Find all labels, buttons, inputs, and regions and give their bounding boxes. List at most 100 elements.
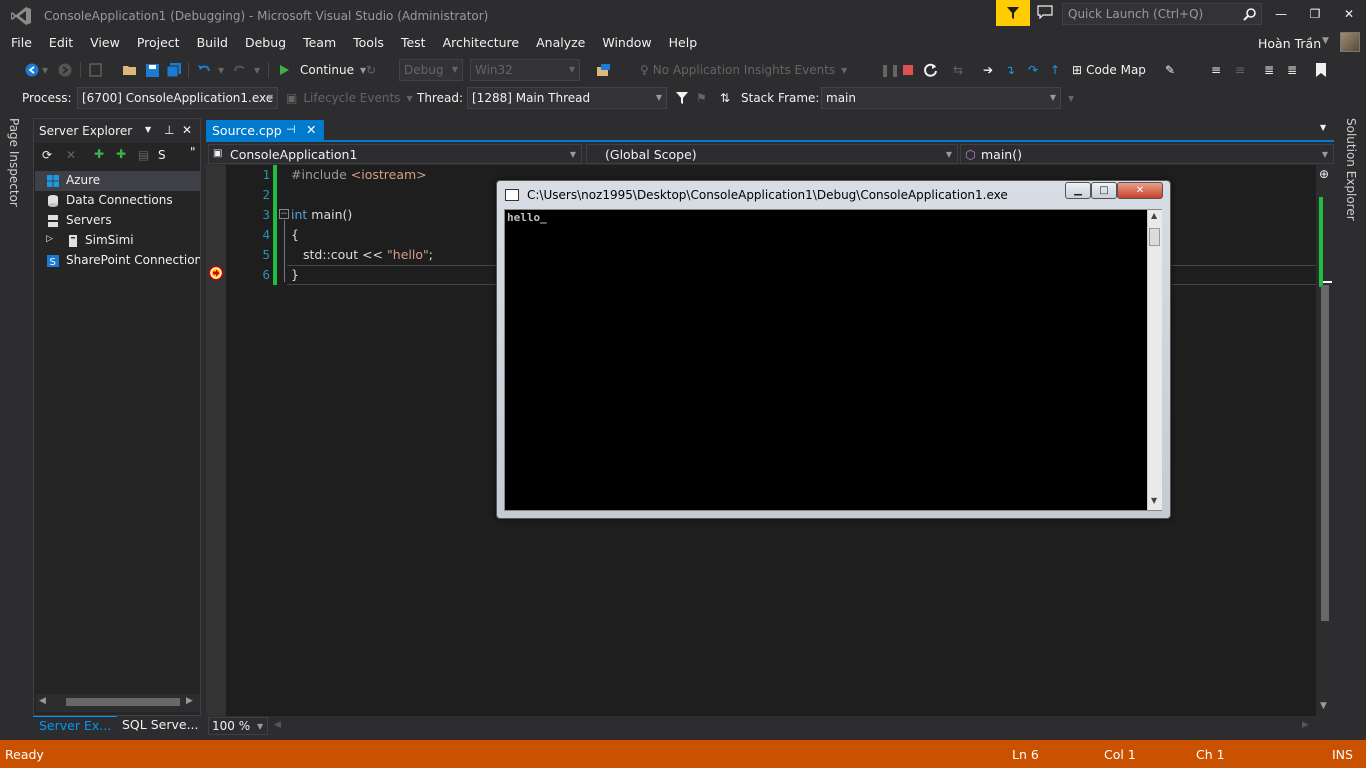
close-panel-icon[interactable]: ✕ [182, 123, 192, 137]
solution-config-select[interactable]: Debug ▼ [399, 59, 463, 81]
search-icon[interactable] [1243, 7, 1257, 21]
scope-select[interactable]: (Global Scope) ▼ [586, 144, 958, 164]
notification-filter-button[interactable] [996, 0, 1030, 26]
split-icon[interactable]: ⊕ [1319, 167, 1329, 181]
thread-select[interactable]: [1288] Main Thread ▼ [467, 87, 667, 109]
scroll-right-icon[interactable]: ▶ [186, 696, 193, 706]
step-into-icon[interactable]: ↴ [1005, 60, 1015, 80]
console-window[interactable]: C:\Users\noz1995\Desktop\ConsoleApplicat… [496, 180, 1171, 519]
lifecycle-events-button[interactable]: ▣ Lifecycle Events ▼ [286, 88, 413, 108]
console-maximize-button[interactable]: □ [1091, 182, 1117, 199]
panel-menu-icon[interactable]: ▼ [145, 125, 151, 134]
show-next-statement-icon[interactable]: ⇆ [953, 60, 963, 80]
hexadecimal-display-icon[interactable]: ✎ [1165, 60, 1175, 80]
redo-dropdown-icon[interactable]: ▼ [254, 60, 260, 80]
quick-launch-input[interactable]: Quick Launch (Ctrl+Q) [1062, 3, 1262, 25]
zoom-dropdown-icon[interactable]: ▼ [257, 722, 263, 731]
save-icon[interactable] [145, 60, 160, 80]
stop-refresh-icon[interactable]: ✕ [66, 148, 76, 162]
tab-server-explorer[interactable]: Server Ex... [33, 716, 118, 736]
indicator-margin[interactable] [206, 165, 226, 716]
console-scroll-down-icon[interactable]: ▼ [1151, 496, 1157, 505]
restart-icon[interactable] [923, 60, 938, 80]
insights-dropdown-icon[interactable]: ▼ [841, 66, 847, 75]
connect-server-icon[interactable]: ✚ [116, 147, 126, 161]
step-out-icon[interactable]: ↑ [1050, 60, 1060, 80]
zoom-select[interactable]: 100 % ▼ [208, 717, 268, 735]
stack-frame-select[interactable]: main ▼ [821, 87, 1061, 109]
menu-project[interactable]: Project [127, 32, 187, 54]
tree-item-data-connections[interactable]: Data Connections [35, 191, 200, 211]
back-icon[interactable] [24, 60, 40, 80]
more-tools-icon[interactable]: " [190, 145, 196, 159]
scroll-down-icon[interactable]: ▼ [1320, 701, 1327, 711]
tab-sql-server-explorer[interactable]: SQL Serve... [116, 716, 204, 736]
application-insights-button[interactable]: ♀ No Application Insights Events ▼ [640, 60, 847, 80]
menu-team[interactable]: Team [293, 32, 343, 54]
comment-icon[interactable]: ≡ [1235, 60, 1245, 80]
scroll-left-icon[interactable]: ◀ [39, 696, 46, 706]
show-threads-icon[interactable]: ⇅ [720, 88, 730, 108]
pause-icon[interactable]: ❚❚ [880, 60, 900, 80]
back-dropdown-icon[interactable]: ▼ [42, 60, 48, 80]
scroll-right-icon[interactable]: ▶ [1302, 720, 1309, 730]
save-all-icon[interactable] [166, 60, 182, 80]
restore-button[interactable]: ❐ [1300, 4, 1330, 24]
project-select[interactable]: ▣ ConsoleApplication1 ▼ [208, 144, 582, 164]
connect-azure-icon[interactable]: S [158, 148, 166, 162]
close-tab-icon[interactable]: ✕ [306, 122, 316, 137]
thread-filter-icon[interactable] [675, 88, 689, 108]
tab-source-cpp[interactable]: Source.cpp ⊣ ✕ [206, 120, 324, 141]
member-select[interactable]: ⬡ main() ▼ [960, 144, 1334, 164]
editor-vertical-scrollbar[interactable]: ⊕ ▼ [1316, 165, 1334, 716]
outdent-icon[interactable]: ≣ [1287, 60, 1297, 80]
minimize-button[interactable]: — [1266, 4, 1296, 24]
redo-icon[interactable] [232, 60, 248, 80]
new-project-icon[interactable] [88, 60, 104, 80]
console-close-button[interactable]: ✕ [1117, 182, 1163, 199]
stop-icon[interactable] [903, 60, 913, 80]
pin-tab-icon[interactable]: ⊣ [286, 123, 296, 136]
open-file-icon[interactable] [122, 60, 138, 80]
user-name[interactable]: Hoàn Trần [1258, 36, 1321, 51]
scroll-thumb[interactable] [1321, 285, 1329, 621]
format-document-icon[interactable]: ≡ [1211, 60, 1221, 80]
close-window-button[interactable]: ✕ [1334, 4, 1364, 24]
expand-arrow-icon[interactable]: ▷ [46, 234, 53, 244]
scroll-thumb[interactable] [66, 698, 180, 706]
continue-button[interactable]: Continue ▼ [278, 60, 366, 80]
lifecycle-dropdown-icon[interactable]: ▼ [406, 94, 412, 103]
tab-overflow-icon[interactable]: ▼ [1320, 123, 1326, 132]
bookmark-icon[interactable] [1316, 60, 1326, 80]
toolbar-overflow-icon[interactable]: ▼ [1068, 88, 1074, 108]
menu-build[interactable]: Build [187, 32, 235, 54]
menu-test[interactable]: Test [391, 32, 433, 54]
menu-debug[interactable]: Debug [235, 32, 293, 54]
tree-item-simsimi[interactable]: ▷ SimSimi [35, 231, 200, 251]
tree-item-azure[interactable]: Azure [35, 171, 200, 191]
process-select[interactable]: [6700] ConsoleApplication1.exe ▼ [77, 87, 278, 109]
console-output-area[interactable]: hello_ ▲ ▼ [504, 209, 1162, 511]
feedback-icon[interactable] [1037, 5, 1053, 19]
solution-platform-select[interactable]: Win32 ▼ [470, 59, 580, 81]
menu-help[interactable]: Help [659, 32, 705, 54]
connect-database-icon[interactable]: ✚ [94, 147, 104, 161]
code-map-button[interactable]: ⊞ Code Map [1072, 60, 1146, 80]
menu-file[interactable]: File [0, 32, 39, 54]
menu-tools[interactable]: Tools [343, 32, 391, 54]
console-scroll-thumb[interactable] [1149, 228, 1160, 246]
next-statement-arrow-icon[interactable]: ➔ [983, 60, 993, 80]
step-over-icon[interactable]: ↷ [1028, 60, 1038, 80]
attach-process-icon[interactable] [596, 60, 612, 80]
menu-analyze[interactable]: Analyze [526, 32, 592, 54]
undo-dropdown-icon[interactable]: ▼ [218, 60, 224, 80]
pin-icon[interactable]: ⊥ [164, 123, 174, 137]
menu-architecture[interactable]: Architecture [433, 32, 527, 54]
indent-icon[interactable]: ≣ [1264, 60, 1274, 80]
tree-item-servers[interactable]: Servers [35, 211, 200, 231]
sharepoint-connect-icon[interactable]: ▤ [138, 148, 149, 162]
console-minimize-button[interactable]: ▁ [1065, 182, 1091, 199]
refresh-icon[interactable]: ⟳ [42, 148, 52, 162]
menu-window[interactable]: Window [592, 32, 658, 54]
editor-horizontal-scrollbar[interactable]: ◀ ▶ [268, 716, 1316, 736]
